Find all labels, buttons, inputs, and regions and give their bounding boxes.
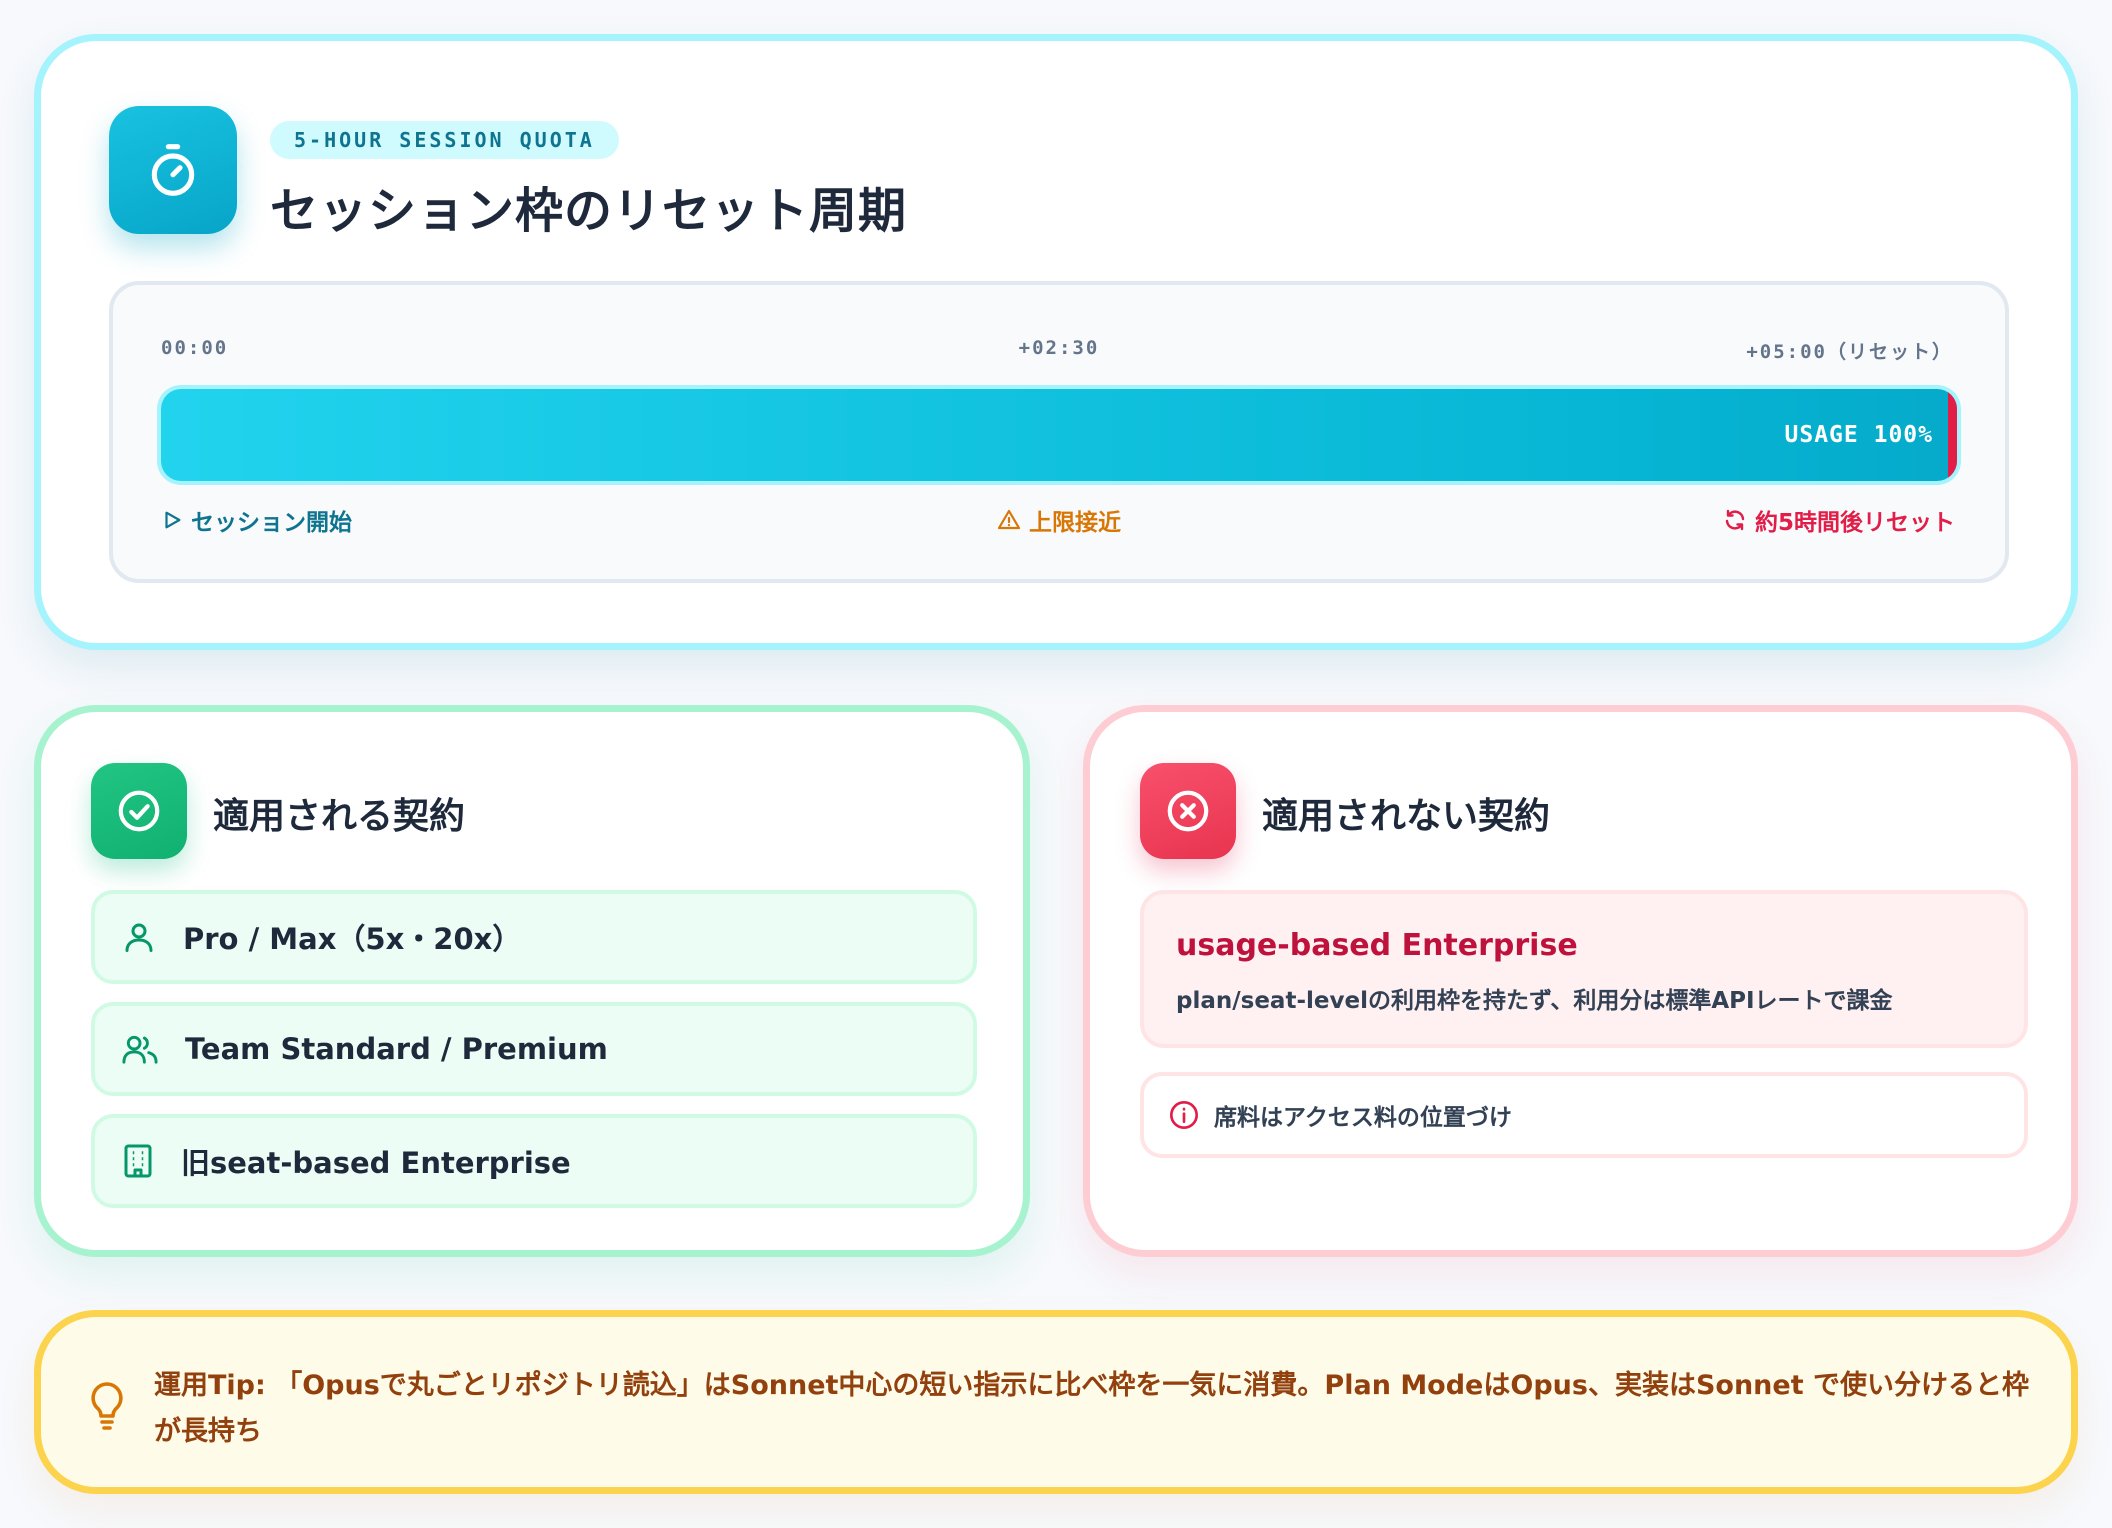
tip-body: 「Opusで丸ごとリポジトリ読込」はSonnet中心の短い指示に比べ枠を一気に消… [154, 1370, 2030, 1447]
applied-plan-item: Pro / Max（5x・20x） [91, 890, 977, 984]
check-circle-icon [91, 763, 187, 859]
usage-limit-marker [1948, 389, 1957, 481]
user-icon [121, 919, 157, 955]
marker-mid-label: 上限接近 [1029, 510, 1121, 536]
usage-progress-bar: USAGE 100% [161, 389, 1957, 481]
marker-near-limit: 上限接近 [997, 503, 1121, 537]
lightbulb-icon [89, 1381, 125, 1433]
session-timeline: 00:00 +02:30 +05:00（リセット） USAGE 100% セッシ… [109, 281, 2009, 583]
applied-plan-label: 旧seat-based Enterprise [181, 1146, 571, 1180]
x-circle-icon [1140, 763, 1236, 859]
usage-label: USAGE 100% [1784, 422, 1933, 448]
building-icon [121, 1143, 155, 1179]
tick-label-end: +05:00（リセット） [1746, 341, 1953, 363]
users-icon [121, 1031, 159, 1067]
applied-plan-label: Team Standard / Premium [185, 1032, 608, 1066]
tick-label-start: 00:00 [161, 337, 229, 359]
section-eyebrow: 5-HOUR SESSION QUOTA [270, 121, 619, 159]
applied-plan-item: Team Standard / Premium [91, 1002, 977, 1096]
marker-reset: 約5時間後リセット [1723, 503, 1955, 537]
usage-value: 100% [1873, 422, 1933, 448]
refresh-icon [1723, 508, 1747, 532]
seat-fee-note-label: 席料はアクセス料の位置づけ [1214, 1105, 1512, 1131]
marker-end-label: 約5時間後リセット [1754, 510, 1955, 536]
warning-icon [997, 508, 1021, 532]
excluded-plan-box: usage-based Enterprise plan/seat-levelの利… [1140, 890, 2028, 1048]
applied-section-title: 適用される契約 [213, 796, 466, 837]
usage-progress-fill [161, 389, 1957, 481]
stopwatch-icon [109, 106, 237, 234]
page-title: セッション枠のリセット周期 [270, 183, 908, 239]
excluded-plan-description: plan/seat-levelの利用枠を持たず、利用分は標準APIレートで課金 [1176, 988, 1893, 1014]
session-quota-card: 5-HOUR SESSION QUOTA セッション枠のリセット周期 00:00… [34, 34, 2078, 650]
marker-session-start: セッション開始 [161, 503, 352, 537]
applied-plan-item: 旧seat-based Enterprise [91, 1114, 977, 1208]
marker-start-label: セッション開始 [191, 510, 352, 536]
excluded-section-title: 適用されない契約 [1262, 796, 1551, 837]
seat-fee-note: 席料はアクセス料の位置づけ [1140, 1072, 2028, 1158]
info-icon [1168, 1099, 1200, 1131]
excluded-plan-name: usage-based Enterprise [1176, 928, 1578, 963]
applied-plan-label: Pro / Max（5x・20x） [183, 922, 522, 956]
excluded-contracts-card: 適用されない契約 usage-based Enterprise plan/sea… [1083, 705, 2078, 1257]
applied-contracts-card: 適用される契約 Pro / Max（5x・20x） Team Standard … [34, 705, 1030, 1257]
play-icon [161, 509, 183, 531]
tip-text: 運用Tip: 「Opusで丸ごとリポジトリ読込」はSonnet中心の短い指示に比… [154, 1363, 2044, 1455]
tick-label-mid: +02:30 [1018, 337, 1100, 359]
tip-lead: 運用Tip: [154, 1370, 266, 1401]
usage-tip-card: 運用Tip: 「Opusで丸ごとリポジトリ読込」はSonnet中心の短い指示に比… [34, 1310, 2078, 1494]
